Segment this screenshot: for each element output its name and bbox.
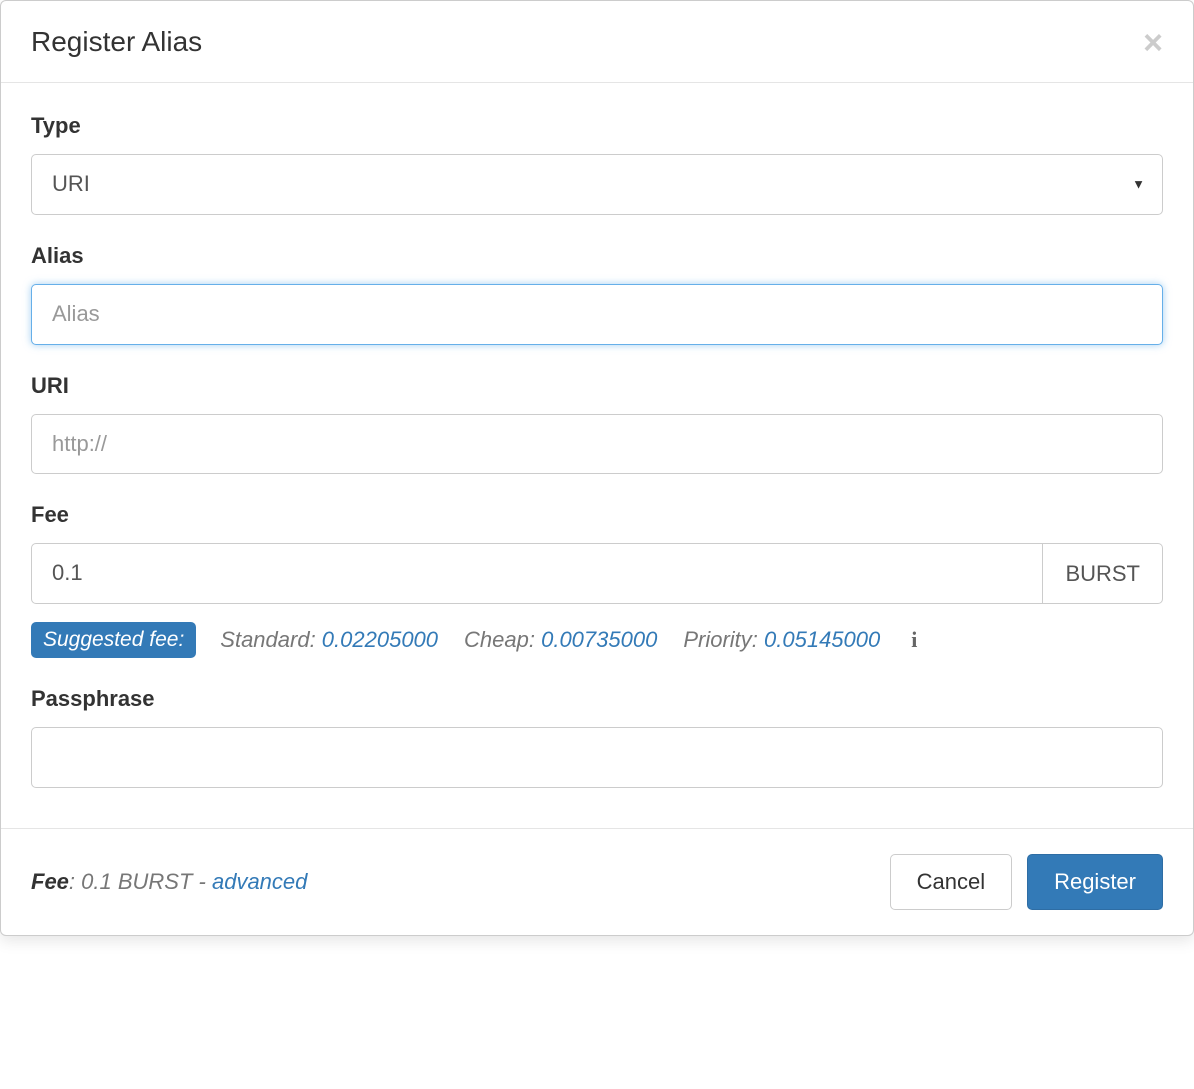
fee-input-group: BURST [31,543,1163,604]
fee-suggestions: Suggested fee: Standard: 0.02205000 Chea… [31,622,1163,658]
uri-group: URI [31,373,1163,475]
alias-input[interactable] [31,284,1163,345]
register-alias-modal: Register Alias × Type URI Alias URI Fee [0,0,1194,936]
fee-option-standard[interactable]: Standard: 0.02205000 [220,627,438,653]
modal-body: Type URI Alias URI Fee BURST Suggested f… [1,83,1193,828]
register-button[interactable]: Register [1027,854,1163,910]
type-select[interactable]: URI [31,154,1163,215]
type-group: Type URI [31,113,1163,215]
fee-group: Fee BURST Suggested fee: Standard: 0.022… [31,502,1163,658]
alias-label: Alias [31,243,1163,269]
fee-priority-value: 0.05145000 [764,627,880,652]
fee-unit-addon: BURST [1043,543,1163,604]
fee-option-cheap[interactable]: Cheap: 0.00735000 [464,627,657,653]
passphrase-input[interactable] [31,727,1163,788]
fee-standard-value: 0.02205000 [322,627,438,652]
fee-priority-label: Priority: [683,627,764,652]
passphrase-group: Passphrase [31,686,1163,788]
fee-cheap-value: 0.00735000 [541,627,657,652]
info-icon[interactable]: i [911,627,917,653]
type-select-wrapper: URI [31,154,1163,215]
fee-option-priority[interactable]: Priority: 0.05145000 [683,627,880,653]
footer-buttons: Cancel Register [890,854,1163,910]
close-button[interactable]: × [1143,26,1163,60]
fee-label: Fee [31,502,1163,528]
suggested-fee-badge: Suggested fee: [31,622,196,658]
alias-group: Alias [31,243,1163,345]
type-label: Type [31,113,1163,139]
close-icon: × [1143,24,1163,62]
modal-header: Register Alias × [1,1,1193,83]
passphrase-label: Passphrase [31,686,1163,712]
footer-fee-info: Fee: 0.1 BURST - advanced [31,869,307,895]
fee-standard-label: Standard: [220,627,322,652]
uri-label: URI [31,373,1163,399]
fee-input[interactable] [31,543,1043,604]
modal-footer: Fee: 0.1 BURST - advanced Cancel Registe… [1,828,1193,935]
modal-title: Register Alias [31,26,202,58]
footer-fee-label: Fee [31,869,69,894]
fee-cheap-label: Cheap: [464,627,541,652]
footer-fee-text: : 0.1 BURST - [69,869,212,894]
advanced-link[interactable]: advanced [212,869,307,894]
cancel-button[interactable]: Cancel [890,854,1012,910]
uri-input[interactable] [31,414,1163,475]
